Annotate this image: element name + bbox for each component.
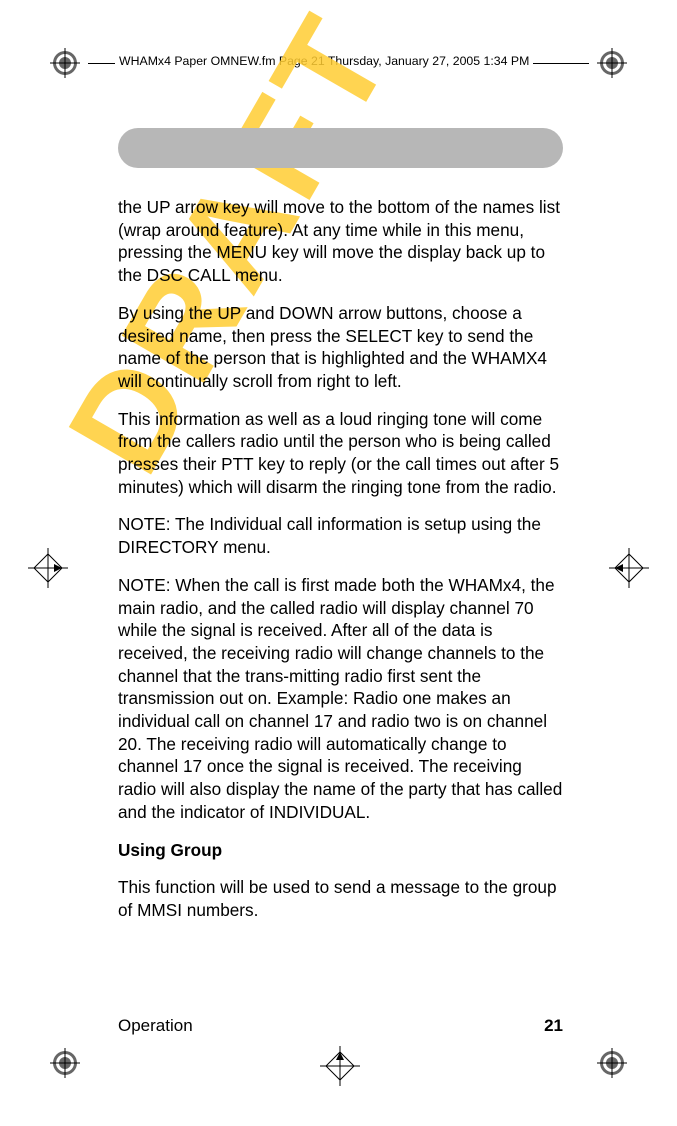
body-paragraph: NOTE: When the call is first made both t…	[118, 574, 563, 824]
header-meta-text: WHAMx4 Paper OMNEW.fm Page 21 Thursday, …	[115, 54, 533, 68]
crop-mark-icon	[320, 1046, 360, 1086]
footer-section-label: Operation	[118, 1016, 193, 1036]
registration-mark-icon	[50, 48, 80, 78]
body-paragraph: This information as well as a loud ringi…	[118, 408, 563, 499]
registration-mark-icon	[50, 1048, 80, 1078]
registration-mark-icon	[597, 48, 627, 78]
section-header-bar	[118, 128, 563, 168]
page-footer: Operation 21	[118, 1016, 563, 1036]
page-content: the UP arrow key will move to the bottom…	[118, 128, 563, 937]
registration-mark-icon	[597, 1048, 627, 1078]
body-paragraph: NOTE: The Individual call information is…	[118, 513, 563, 558]
body-paragraph: This function will be used to send a mes…	[118, 876, 563, 921]
footer-page-number: 21	[544, 1016, 563, 1036]
body-paragraph: the UP arrow key will move to the bottom…	[118, 196, 563, 287]
body-paragraph: By using the UP and DOWN arrow buttons, …	[118, 302, 563, 393]
crop-mark-icon	[28, 548, 68, 588]
subheading: Using Group	[118, 839, 563, 862]
crop-mark-icon	[609, 548, 649, 588]
